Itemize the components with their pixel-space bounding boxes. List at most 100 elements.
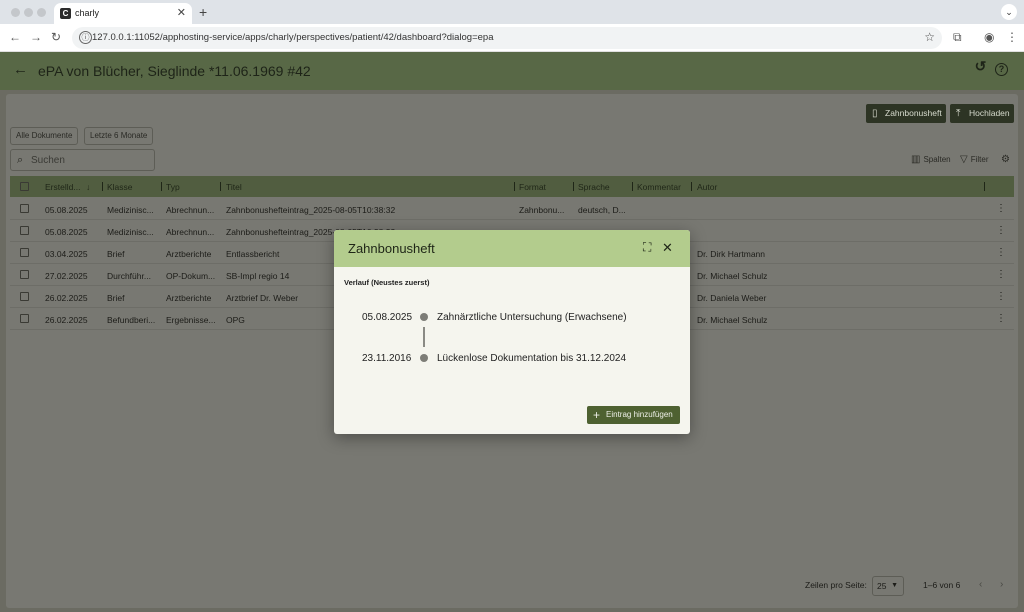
tab-title: charly (75, 8, 100, 18)
row-menu-icon[interactable]: ⋮ (996, 225, 1006, 236)
column-separator (691, 182, 692, 191)
cell-typ: Arztberichte (166, 293, 212, 303)
cell-klasse: Medizinisc... (107, 227, 154, 237)
timeline-date: 23.11.2016 (362, 353, 412, 364)
zahnbonusheft-button[interactable]: ▯ Zahnbonusheft (866, 104, 946, 123)
column-header-klasse[interactable]: Klasse (107, 182, 133, 192)
back-arrow-icon[interactable]: ← (13, 61, 28, 78)
cell-typ: Abrechnun... (166, 205, 215, 215)
table-header: Erstelld... ↓ Klasse Typ Titel Format Sp… (10, 176, 1014, 197)
row-menu-icon[interactable]: ⋮ (996, 203, 1006, 214)
next-page-icon[interactable]: › (1000, 579, 1003, 590)
columns-button[interactable]: ▥ Spalten (911, 154, 951, 165)
reload-icon[interactable]: ↻ (51, 30, 61, 44)
forward-icon[interactable]: → (30, 30, 42, 44)
timeline-dot (420, 354, 428, 362)
columns-icon: ▥ (911, 154, 921, 165)
pagination-range: 1–6 von 6 (923, 580, 961, 590)
row-menu-icon[interactable]: ⋮ (996, 313, 1006, 324)
zoom-window-dot[interactable] (37, 8, 46, 17)
cell-typ: OP-Dokum... (166, 271, 216, 281)
search-input[interactable] (31, 153, 151, 168)
column-header-autor[interactable]: Autor (697, 182, 717, 192)
extensions-icon[interactable]: ⧉ (953, 30, 962, 45)
filter-icon: ▽ (960, 154, 968, 165)
column-header-format[interactable]: Format (519, 182, 546, 192)
chip-last-6-months[interactable]: Letzte 6 Monate (84, 127, 154, 145)
cell-autor: Dr. Daniela Weber (697, 293, 767, 303)
browser-menu-icon[interactable]: ⋮ (1006, 30, 1018, 44)
profile-icon[interactable]: ◉ (984, 30, 994, 44)
column-header-sprache[interactable]: Sprache (578, 182, 610, 192)
plus-icon: + (593, 408, 601, 422)
address-bar[interactable]: ⓘ 127.0.0.1:11052/apphosting-service/app… (72, 27, 942, 49)
cell-date: 05.08.2025 (45, 205, 88, 215)
column-header-typ[interactable]: Typ (166, 182, 180, 192)
cell-titel: Zahnbonusheftеintrag_2025-08-05T10:38:32 (226, 205, 396, 215)
tab-search-icon[interactable]: ⌄ (1001, 4, 1017, 20)
previous-page-icon[interactable]: ‹ (979, 579, 982, 590)
rows-per-page-label: Zeilen pro Seite: (805, 580, 867, 590)
cell-format: Zahnbonu... (519, 205, 565, 215)
row-checkbox[interactable] (20, 248, 29, 257)
column-separator (984, 182, 985, 191)
cell-klasse: Befundberi... (107, 315, 156, 325)
charly-favicon-icon: C (60, 8, 71, 19)
tab-close-icon[interactable]: ✕ (177, 6, 186, 19)
search-icon: ⌕ (17, 154, 24, 166)
row-checkbox[interactable] (20, 270, 29, 279)
column-separator (161, 182, 162, 191)
column-separator (514, 182, 515, 191)
row-checkbox[interactable] (20, 204, 29, 213)
search-field[interactable]: ⌕ (10, 149, 155, 171)
new-tab-icon[interactable]: + (199, 4, 207, 20)
filter-button[interactable]: ▽ Filter (960, 154, 988, 165)
column-header-kommentar[interactable]: Kommentar (637, 182, 681, 192)
table-row[interactable]: 05.08.2025 Medizinisc... Abrechnun... Za… (10, 198, 1014, 220)
site-info-icon[interactable]: ⓘ (79, 31, 92, 44)
column-header-date[interactable]: Erstelld... (45, 182, 80, 192)
row-menu-icon[interactable]: ⋮ (996, 247, 1006, 258)
timeline-connector (423, 327, 425, 347)
browser-tab[interactable]: C charly ✕ (54, 3, 192, 24)
close-icon[interactable]: ✕ (662, 240, 673, 256)
dropdown-arrow-icon: ▼ (891, 582, 898, 589)
row-menu-icon[interactable]: ⋮ (996, 291, 1006, 302)
column-header-titel[interactable]: Titel (226, 182, 242, 192)
cell-autor: Dr. Michael Schulz (697, 271, 768, 281)
help-icon[interactable]: ? (995, 63, 1008, 76)
row-checkbox[interactable] (20, 314, 29, 323)
settings-icon[interactable]: ⚙ (1001, 154, 1013, 165)
dialog-header: Zahnbonusheft ⛶ ✕ (334, 230, 690, 267)
upload-button[interactable]: ⤒ Hochladen (950, 104, 1014, 123)
fullscreen-icon[interactable]: ⛶ (643, 240, 651, 255)
timeline-entry[interactable]: Lückenlose Dokumentation bis 31.12.2024 (437, 353, 626, 364)
chip-all-documents[interactable]: Alle Dokumente (10, 127, 79, 145)
row-menu-icon[interactable]: ⋮ (996, 269, 1006, 280)
rows-per-page-select[interactable]: 25 ▼ (872, 576, 904, 596)
cell-date: 05.08.2025 (45, 227, 88, 237)
back-icon[interactable]: ← (9, 30, 21, 44)
browser-toolbar: ← → ↻ ⓘ 127.0.0.1:11052/apphosting-servi… (0, 24, 1024, 52)
cell-klasse: Brief (107, 249, 125, 259)
select-all-checkbox[interactable] (20, 182, 29, 191)
url-text[interactable]: 127.0.0.1:11052/apphosting-service/apps/… (92, 32, 493, 43)
history-section-title: Verlauf (Neustes zuerst) (344, 278, 430, 287)
bookmark-star-icon[interactable]: ☆ (924, 30, 935, 44)
sort-desc-icon[interactable]: ↓ (86, 182, 90, 192)
app-header: ← ePA von Blücher, Sieglinde *11.06.1969… (0, 52, 1024, 90)
cell-klasse: Durchführ... (107, 271, 151, 281)
cell-date: 26.02.2025 (45, 315, 88, 325)
row-checkbox[interactable] (20, 292, 29, 301)
close-window-dot[interactable] (11, 8, 20, 17)
timeline-entry[interactable]: Zahnärztliche Untersuchung (Erwachsene) (437, 312, 627, 323)
cell-typ: Abrechnun... (166, 227, 215, 237)
timeline-dot (420, 313, 428, 321)
minimize-window-dot[interactable] (24, 8, 33, 17)
cell-date: 27.02.2025 (45, 271, 88, 281)
column-separator (573, 182, 574, 191)
row-checkbox[interactable] (20, 226, 29, 235)
add-entry-button[interactable]: + Eintrag hinzufügen (587, 406, 680, 424)
column-separator (632, 182, 633, 191)
history-icon[interactable]: ↺ (974, 59, 987, 74)
